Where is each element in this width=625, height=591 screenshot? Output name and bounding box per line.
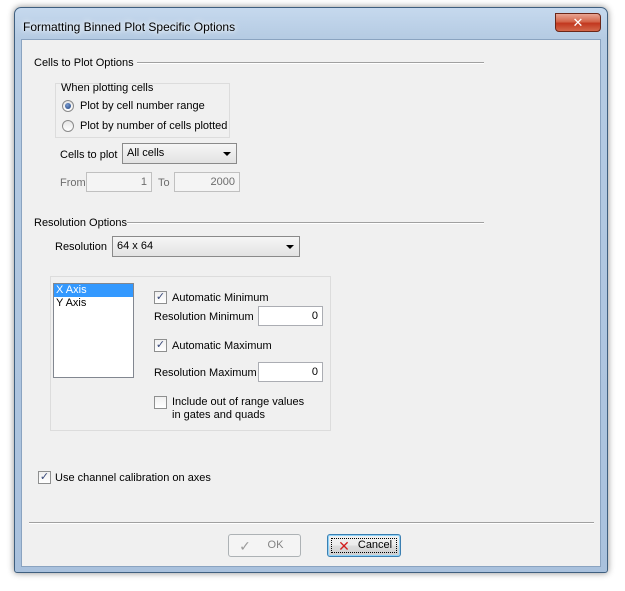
- checkmark-icon: ✓: [155, 291, 166, 303]
- cells-to-plot-heading: Cells to Plot Options: [34, 57, 134, 69]
- res-max-field[interactable]: 0: [258, 362, 323, 382]
- chevron-down-icon: [223, 152, 231, 156]
- channel-calibration-checkbox[interactable]: ✓: [38, 471, 51, 484]
- resolution-value: 64 x 64: [117, 240, 154, 252]
- include-out-of-range-label-line2[interactable]: in gates and quads: [172, 409, 265, 421]
- check-icon: ✓: [239, 538, 251, 554]
- to-label: To: [158, 177, 170, 189]
- title-bar[interactable]: Formatting Binned Plot Specific Options …: [15, 8, 607, 38]
- include-out-of-range-checkbox[interactable]: [154, 396, 167, 409]
- resolution-dropdown[interactable]: 64 x 64: [112, 236, 300, 257]
- include-out-of-range-label-line1[interactable]: Include out of range values: [172, 396, 304, 408]
- from-field[interactable]: 1: [86, 172, 152, 192]
- auto-max-label[interactable]: Automatic Maximum: [172, 340, 272, 352]
- auto-max-checkbox[interactable]: ✓: [154, 339, 167, 352]
- res-min-field[interactable]: 0: [258, 306, 323, 326]
- res-min-value: 0: [311, 310, 318, 322]
- plot-by-range-label[interactable]: Plot by cell number range: [80, 100, 205, 112]
- ok-button[interactable]: ✓ OK: [228, 534, 301, 557]
- ok-label: OK: [267, 539, 284, 551]
- axis-item-x[interactable]: X Axis: [54, 284, 133, 297]
- plot-by-range-radio[interactable]: [62, 100, 74, 112]
- axis-item-y[interactable]: Y Axis: [54, 297, 133, 310]
- cancel-label: Cancel: [357, 539, 393, 551]
- auto-min-checkbox[interactable]: ✓: [154, 291, 167, 304]
- to-value: 2000: [210, 176, 235, 188]
- cancel-x-icon: ✕: [338, 538, 350, 554]
- resolution-divider: [127, 222, 484, 224]
- cells-to-plot-dropdown[interactable]: All cells: [122, 143, 237, 164]
- dialog-client: Cells to Plot Options When plotting cell…: [21, 39, 601, 567]
- auto-min-label[interactable]: Automatic Minimum: [172, 292, 269, 304]
- from-label: From: [60, 177, 86, 189]
- cells-to-plot-divider: [137, 62, 484, 64]
- button-separator: [29, 522, 594, 524]
- resolution-label: Resolution: [55, 241, 107, 253]
- res-max-value: 0: [311, 366, 318, 378]
- res-max-label: Resolution Maximum: [154, 367, 257, 379]
- close-button[interactable]: ✕: [555, 13, 601, 32]
- plot-by-count-radio[interactable]: [62, 120, 74, 132]
- to-field[interactable]: 2000: [174, 172, 240, 192]
- res-min-label: Resolution Minimum: [154, 311, 254, 323]
- window-title: Formatting Binned Plot Specific Options: [23, 20, 236, 34]
- resolution-heading: Resolution Options: [34, 217, 127, 229]
- channel-calibration-label[interactable]: Use channel calibration on axes: [55, 472, 211, 484]
- cells-to-plot-label: Cells to plot: [60, 149, 118, 161]
- cancel-button[interactable]: ✕ Cancel: [327, 534, 401, 557]
- axis-listbox[interactable]: X Axis Y Axis: [53, 283, 134, 378]
- plot-by-count-label[interactable]: Plot by number of cells plotted: [80, 120, 227, 132]
- dialog-window: Formatting Binned Plot Specific Options …: [14, 7, 608, 573]
- from-value: 1: [140, 176, 147, 188]
- checkmark-icon: ✓: [155, 339, 166, 351]
- when-plotting-label: When plotting cells: [61, 82, 154, 94]
- cells-to-plot-value: All cells: [127, 147, 165, 159]
- checkmark-icon: ✓: [39, 471, 50, 483]
- close-icon: ✕: [572, 15, 584, 30]
- chevron-down-icon: [286, 245, 294, 249]
